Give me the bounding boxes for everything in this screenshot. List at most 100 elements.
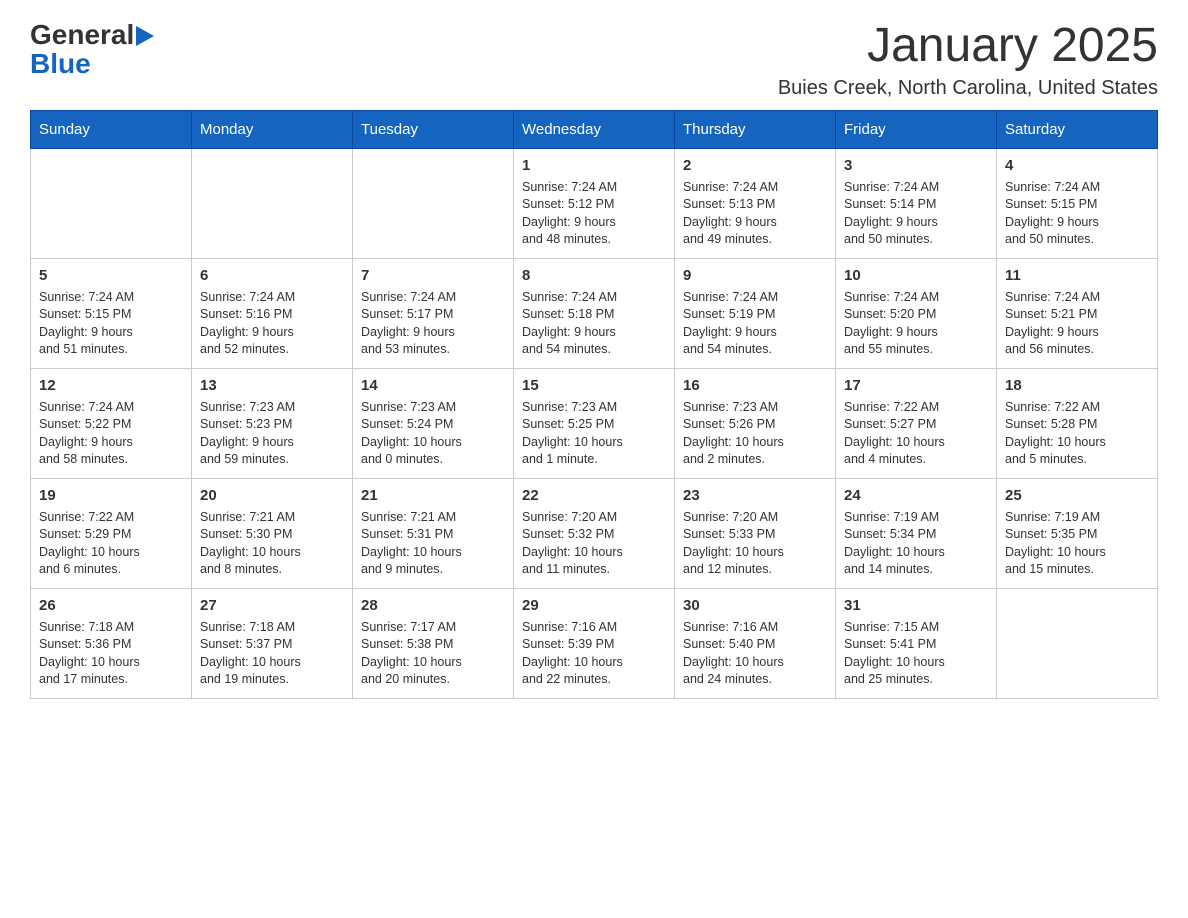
day-info: Daylight: 10 hours: [522, 434, 666, 452]
day-info: Daylight: 9 hours: [39, 324, 183, 342]
main-title: January 2025: [778, 20, 1158, 73]
day-info: and 56 minutes.: [1005, 341, 1149, 359]
day-info: and 6 minutes.: [39, 561, 183, 579]
day-info: Sunset: 5:13 PM: [683, 196, 827, 214]
day-info: Sunset: 5:40 PM: [683, 636, 827, 654]
subtitle: Buies Creek, North Carolina, United Stat…: [778, 77, 1158, 100]
calendar-cell: 29Sunrise: 7:16 AMSunset: 5:39 PMDayligh…: [514, 588, 675, 698]
day-info: Sunset: 5:20 PM: [844, 306, 988, 324]
day-number: 15: [522, 375, 666, 396]
day-info: and 59 minutes.: [200, 451, 344, 469]
weekday-header-sunday: Sunday: [31, 110, 192, 148]
day-info: Sunrise: 7:19 AM: [844, 509, 988, 527]
day-info: Sunset: 5:12 PM: [522, 196, 666, 214]
day-info: Sunrise: 7:17 AM: [361, 619, 505, 637]
weekday-header-friday: Friday: [836, 110, 997, 148]
day-info: Daylight: 9 hours: [683, 324, 827, 342]
day-info: Daylight: 10 hours: [683, 544, 827, 562]
day-info: Daylight: 9 hours: [361, 324, 505, 342]
day-info: Daylight: 10 hours: [361, 544, 505, 562]
week-row-4: 19Sunrise: 7:22 AMSunset: 5:29 PMDayligh…: [31, 478, 1158, 588]
day-info: Sunrise: 7:22 AM: [844, 399, 988, 417]
day-info: Daylight: 10 hours: [1005, 544, 1149, 562]
day-info: Daylight: 9 hours: [200, 434, 344, 452]
calendar-cell: 24Sunrise: 7:19 AMSunset: 5:34 PMDayligh…: [836, 478, 997, 588]
calendar-cell: [353, 148, 514, 258]
calendar-cell: 27Sunrise: 7:18 AMSunset: 5:37 PMDayligh…: [192, 588, 353, 698]
day-info: Daylight: 9 hours: [683, 214, 827, 232]
calendar-cell: 10Sunrise: 7:24 AMSunset: 5:20 PMDayligh…: [836, 258, 997, 368]
calendar-cell: 13 Sunrise: 7:23 AMSunset: 5:23 PMDayligh…: [192, 368, 353, 478]
day-info: Daylight: 10 hours: [200, 544, 344, 562]
day-info: Daylight: 10 hours: [844, 654, 988, 672]
day-info: Sunset: 5:14 PM: [844, 196, 988, 214]
calendar-cell: 18Sunrise: 7:22 AMSunset: 5:28 PMDayligh…: [997, 368, 1158, 478]
day-info: and 22 minutes.: [522, 671, 666, 689]
day-number: 22: [522, 485, 666, 506]
day-info: Sunset: 5:16 PM: [200, 306, 344, 324]
day-info: Sunset: 5:22 PM: [39, 416, 183, 434]
calendar-cell: 22Sunrise: 7:20 AMSunset: 5:32 PMDayligh…: [514, 478, 675, 588]
day-number: 23: [683, 485, 827, 506]
day-number: 14: [361, 375, 505, 396]
calendar-cell: 2Sunrise: 7:24 AMSunset: 5:13 PMDaylight…: [675, 148, 836, 258]
calendar-cell: 7Sunrise: 7:24 AMSunset: 5:17 PMDaylight…: [353, 258, 514, 368]
day-info: Sunset: 5:17 PM: [361, 306, 505, 324]
day-info: and 8 minutes.: [200, 561, 344, 579]
day-info: Sunrise: 7:24 AM: [39, 289, 183, 307]
day-info: Sunrise: 7:15 AM: [844, 619, 988, 637]
day-number: 27: [200, 595, 344, 616]
day-info: and 50 minutes.: [1005, 231, 1149, 249]
day-info: Daylight: 9 hours: [844, 324, 988, 342]
logo-text-general: General: [30, 21, 134, 49]
day-info: and 54 minutes.: [683, 341, 827, 359]
day-number: 3: [844, 155, 988, 176]
day-number: 4: [1005, 155, 1149, 176]
day-number: 30: [683, 595, 827, 616]
day-info: and 19 minutes.: [200, 671, 344, 689]
day-info: Daylight: 10 hours: [844, 544, 988, 562]
day-info: and 52 minutes.: [200, 341, 344, 359]
day-info: Sunset: 5:33 PM: [683, 526, 827, 544]
day-info: Sunset: 5:39 PM: [522, 636, 666, 654]
day-info: Sunrise: 7:24 AM: [39, 399, 183, 417]
day-number: 17: [844, 375, 988, 396]
day-info: Sunset: 5:21 PM: [1005, 306, 1149, 324]
day-info: and 53 minutes.: [361, 341, 505, 359]
calendar-cell: 20Sunrise: 7:21 AMSunset: 5:30 PMDayligh…: [192, 478, 353, 588]
day-info: Sunrise: 7:20 AM: [522, 509, 666, 527]
day-info: and 0 minutes.: [361, 451, 505, 469]
day-number: 26: [39, 595, 183, 616]
day-info: and 48 minutes.: [522, 231, 666, 249]
weekday-header-monday: Monday: [192, 110, 353, 148]
day-info: and 12 minutes.: [683, 561, 827, 579]
calendar-cell: 17Sunrise: 7:22 AMSunset: 5:27 PMDayligh…: [836, 368, 997, 478]
calendar-cell: 15Sunrise: 7:23 AMSunset: 5:25 PMDayligh…: [514, 368, 675, 478]
day-info: Sunrise: 7:23 AM: [200, 399, 344, 417]
day-info: Sunrise: 7:24 AM: [361, 289, 505, 307]
day-info: Sunset: 5:15 PM: [1005, 196, 1149, 214]
calendar-cell: 14Sunrise: 7:23 AMSunset: 5:24 PMDayligh…: [353, 368, 514, 478]
page-header: General Blue January 2025 Buies Creek, N…: [30, 20, 1158, 100]
day-info: and 1 minute.: [522, 451, 666, 469]
day-info: Daylight: 10 hours: [683, 654, 827, 672]
day-info: Sunrise: 7:23 AM: [361, 399, 505, 417]
day-number: 1: [522, 155, 666, 176]
day-info: and 24 minutes.: [683, 671, 827, 689]
day-info: and 14 minutes.: [844, 561, 988, 579]
day-info: and 51 minutes.: [39, 341, 183, 359]
day-info: Daylight: 9 hours: [844, 214, 988, 232]
day-info: Daylight: 9 hours: [200, 324, 344, 342]
day-number: 2: [683, 155, 827, 176]
day-info: and 9 minutes.: [361, 561, 505, 579]
day-number: 13: [200, 375, 344, 396]
logo-text-blue: Blue: [30, 48, 91, 79]
day-number: 21: [361, 485, 505, 506]
calendar-cell: 25Sunrise: 7:19 AMSunset: 5:35 PMDayligh…: [997, 478, 1158, 588]
day-info: Sunset: 5:30 PM: [200, 526, 344, 544]
day-info: Sunrise: 7:24 AM: [683, 289, 827, 307]
day-info: Daylight: 10 hours: [39, 544, 183, 562]
day-info: Sunrise: 7:21 AM: [200, 509, 344, 527]
day-info: and 20 minutes.: [361, 671, 505, 689]
day-info: Sunset: 5:23 PM: [200, 416, 344, 434]
